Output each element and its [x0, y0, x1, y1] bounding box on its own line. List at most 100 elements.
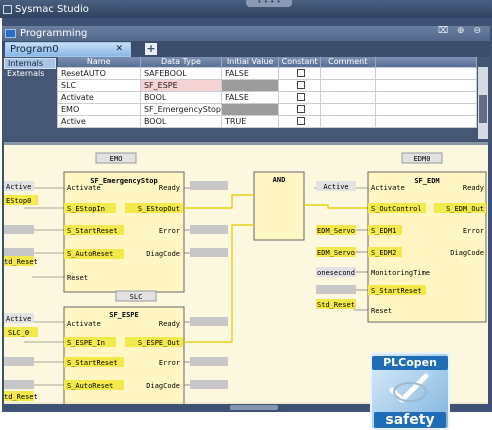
comment-cell[interactable] — [319, 90, 376, 104]
input-variable: EDM_Servo — [317, 249, 355, 257]
variable-type[interactable]: BOOL — [139, 90, 222, 104]
pin-input: S_StartReset — [67, 227, 118, 235]
ribbon-grip-handle[interactable]: • • • • — [246, 0, 292, 7]
variable-name[interactable]: Activate — [57, 90, 141, 104]
variable-name[interactable]: Active — [57, 114, 141, 128]
column-header[interactable]: Name — [57, 57, 141, 67]
output-box-empty[interactable] — [190, 317, 228, 326]
pin-output: Ready — [463, 184, 484, 192]
constant-cell[interactable] — [278, 78, 321, 92]
variable-type[interactable]: SAFEBOOL — [139, 66, 222, 80]
variable-initial[interactable] — [220, 78, 280, 92]
variable-initial[interactable]: FALSE — [220, 66, 280, 80]
table-row[interactable]: Activate BOOL FALSE — [57, 90, 478, 104]
pin-input: Activate — [67, 320, 101, 328]
close-icon[interactable]: ✕ — [115, 43, 123, 56]
variable-table-scrollbar[interactable] — [478, 67, 488, 139]
output-box-empty[interactable] — [190, 248, 228, 257]
constant-cell[interactable] — [278, 114, 321, 128]
extra-cell — [374, 102, 478, 116]
comment-cell[interactable] — [319, 78, 376, 92]
column-header-extra — [375, 57, 478, 67]
tab-program0[interactable]: Program0 ✕ — [5, 42, 131, 57]
table-row[interactable]: ResetAUTO SAFEBOOL FALSE — [57, 66, 478, 80]
output-box-empty[interactable] — [190, 357, 228, 366]
function-block-edm[interactable]: EDM0 SF_EDM Activate S_OutControl S_EDM1… — [367, 152, 487, 323]
function-block-slc[interactable]: SLC SF_ESPE Activate S_ESPE_In S_StartRe… — [63, 290, 185, 404]
panel-title: Programming — [20, 28, 88, 39]
constant-checkbox[interactable] — [297, 117, 306, 125]
pin-output: Error — [159, 227, 180, 235]
add-tab-button[interactable]: + — [145, 43, 157, 55]
table-row[interactable]: EMO SF_EmergencyStop — [57, 102, 478, 116]
instance-name: SLC — [130, 293, 143, 301]
panel-view-controls[interactable]: ⌧ ⊕ ⊖ — [438, 26, 484, 36]
constant-cell[interactable] — [278, 90, 321, 104]
column-header[interactable]: Initial Value — [221, 57, 280, 67]
constant-cell[interactable] — [278, 102, 321, 116]
pin-input: S_ESPE_In — [67, 339, 105, 347]
variable-box-empty[interactable] — [4, 357, 34, 366]
and-gate-block[interactable]: AND — [253, 171, 305, 241]
variable-name[interactable]: ResetAUTO — [57, 66, 141, 80]
comment-cell[interactable] — [319, 66, 376, 80]
extra-cell — [374, 66, 478, 80]
pin-output: Ready — [159, 320, 180, 328]
column-header[interactable]: Data Type — [140, 57, 222, 67]
input-variable: Active — [323, 183, 348, 191]
function-block-emo[interactable]: EMO SF_EmergencyStop Activate S_EStopIn … — [63, 152, 185, 293]
column-header[interactable]: Constant — [278, 57, 321, 67]
column-header[interactable]: Comment — [320, 57, 376, 67]
comment-cell[interactable] — [319, 114, 376, 128]
scrollbar-thumb[interactable] — [230, 405, 278, 410]
instance-name: EDM0 — [414, 155, 431, 163]
variable-name[interactable]: EMO — [57, 102, 141, 116]
pin-output: Error — [159, 359, 180, 367]
input-variable: td_Reset — [4, 258, 38, 266]
scrollbar-thumb[interactable] — [479, 95, 487, 123]
constant-cell[interactable] — [278, 66, 321, 80]
pin-output: DiagCode — [146, 250, 180, 258]
table-row[interactable]: Active BOOL TRUE — [57, 114, 478, 128]
variable-scope-tabs: Internals Externals — [4, 58, 56, 80]
pin-input: S_StartReset — [371, 287, 422, 295]
input-variable: Std_Reset — [317, 301, 355, 309]
variable-box-empty[interactable] — [4, 225, 34, 234]
pin-output: Ready — [159, 184, 180, 192]
extra-cell — [374, 114, 478, 128]
pin-input: S_AutoReset — [67, 382, 113, 390]
output-box-empty[interactable] — [190, 181, 228, 190]
variable-initial[interactable]: TRUE — [220, 114, 280, 128]
block-type: SF_ESPE — [109, 311, 139, 319]
tab-externals[interactable]: Externals — [4, 69, 56, 80]
pin-input: S_EStopIn — [67, 205, 105, 213]
emo-output-wires — [184, 187, 190, 254]
constant-checkbox[interactable] — [297, 81, 306, 89]
variable-name[interactable]: SLC — [57, 78, 141, 92]
pin-output: S_EDM_Out — [446, 205, 484, 213]
app-icon — [3, 4, 12, 14]
variable-box-empty[interactable] — [4, 380, 34, 389]
logo-word: safety — [374, 412, 446, 428]
pin-input: S_EDM1 — [371, 227, 396, 235]
variable-initial[interactable] — [220, 102, 280, 116]
input-variable: EDM_Servo — [317, 227, 355, 235]
comment-cell[interactable] — [319, 102, 376, 116]
programming-panel-header: Programming ⌧ ⊕ ⊖ — [2, 26, 490, 41]
variable-table: Name Data Type Initial Value Constant Co… — [57, 57, 478, 128]
tab-internals[interactable]: Internals — [4, 58, 56, 69]
pin-input: Reset — [371, 307, 392, 315]
output-box-empty[interactable] — [190, 380, 228, 389]
table-row[interactable]: SLC SF_ESPE — [57, 78, 478, 92]
constant-checkbox[interactable] — [297, 69, 306, 77]
input-variable: td_Reset — [4, 393, 38, 401]
variable-type[interactable]: BOOL — [139, 114, 222, 128]
constant-checkbox[interactable] — [297, 105, 306, 113]
variable-box-empty[interactable] — [4, 248, 34, 257]
variable-type[interactable]: SF_ESPE — [139, 78, 222, 92]
output-box-empty[interactable] — [190, 225, 228, 234]
variable-box-empty[interactable] — [316, 285, 356, 294]
constant-checkbox[interactable] — [297, 93, 306, 101]
variable-initial[interactable]: FALSE — [220, 90, 280, 104]
variable-type[interactable]: SF_EmergencyStop — [139, 102, 222, 116]
